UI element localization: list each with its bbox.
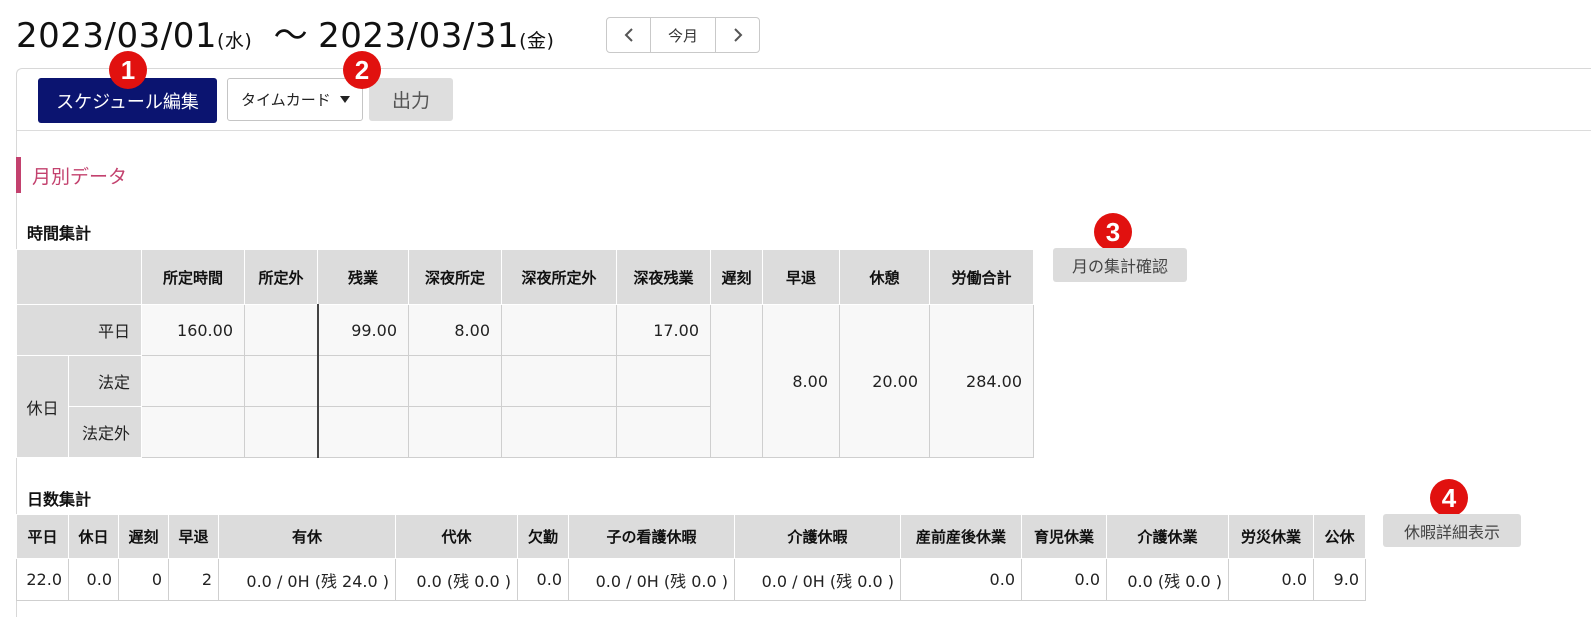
table-cell [141, 355, 245, 407]
table-cell: 0.0 [900, 558, 1022, 601]
annotation-badge-3: 3 [1094, 213, 1132, 251]
start-day-of-week: (水) [216, 30, 253, 52]
column-header: 遅刻 [118, 514, 169, 559]
caret-down-icon [340, 96, 350, 103]
date-range: 2023/03/01(水) 〜 2023/03/31(金) [16, 8, 554, 57]
table-cell: 0.0 [1021, 558, 1107, 601]
table-cell [244, 304, 318, 356]
column-header: 平日 [16, 514, 69, 559]
column-header: 所定時間 [141, 249, 245, 305]
table-cell [408, 355, 502, 407]
row-label-holiday: 休日 [16, 355, 69, 458]
column-header: 介護休暇 [734, 514, 901, 559]
column-header: 欠勤 [517, 514, 569, 559]
time-summary-title: 時間集計 [27, 224, 92, 243]
table-cell: 22.0 [16, 558, 69, 601]
table-cell [501, 304, 617, 356]
table-cell: 0.0 / 0H (残 0.0 ) [568, 558, 735, 601]
column-header: 介護休業 [1106, 514, 1229, 559]
table-row: 22.0 0.0 0 2 0.0 / 0H (残 24.0 ) 0.0 (残 0… [16, 558, 1366, 601]
column-header: 有休 [218, 514, 396, 559]
column-header: 早退 [762, 249, 840, 305]
table-cell [316, 355, 409, 407]
current-month-button[interactable]: 今月 [650, 18, 716, 52]
row-label-non-legal: 法定外 [68, 406, 142, 458]
chevron-left-icon [624, 28, 633, 42]
table-row: 平日 160.00 99.00 8.00 17.00 8.00 20.00 28… [16, 304, 1034, 458]
start-date: 2023/03/01 [16, 16, 217, 56]
report-type-value: タイムカード [241, 91, 331, 109]
output-button[interactable]: 出力 [369, 78, 453, 121]
column-header: 早退 [168, 514, 219, 559]
table-cell: 9.0 [1313, 558, 1366, 601]
table-cell [501, 406, 617, 458]
table-cell [501, 355, 617, 407]
toolbar: スケジュール編集 タイムカード 出力 [17, 69, 1591, 131]
column-header: 深夜所定外 [501, 249, 617, 305]
report-type-select[interactable]: タイムカード [227, 78, 363, 121]
column-header: 深夜所定 [408, 249, 502, 305]
table-cell: 2 [168, 558, 219, 601]
table-cell: 0.0 / 0H (残 24.0 ) [218, 558, 396, 601]
section-title: 月別データ [16, 157, 127, 193]
corner-cell [16, 249, 142, 305]
prev-month-button[interactable] [607, 18, 650, 52]
break-total-cell: 20.00 [839, 304, 930, 458]
table-header-row: 所定時間 所定外 残業 深夜所定 深夜所定外 深夜残業 遅刻 早退 休憩 労働合… [16, 249, 1034, 305]
column-header: 産前産後休業 [900, 514, 1022, 559]
column-header: 遅刻 [710, 249, 763, 305]
column-header: 公休 [1313, 514, 1366, 559]
row-label-weekday: 平日 [16, 304, 142, 356]
table-cell: 99.00 [316, 304, 409, 356]
table-cell: 0.0 [517, 558, 569, 601]
table-cell [616, 355, 711, 407]
end-day-of-week: (金) [519, 30, 555, 52]
next-month-button[interactable] [716, 18, 759, 52]
table-cell: 0.0 / 0H (残 0.0 ) [734, 558, 901, 601]
column-header: 労災休業 [1228, 514, 1314, 559]
table-cell: 0 [118, 558, 169, 601]
column-header: 代休 [395, 514, 518, 559]
time-summary-table: 所定時間 所定外 残業 深夜所定 深夜所定外 深夜残業 遅刻 早退 休憩 労働合… [16, 249, 1034, 458]
table-cell: 0.0 (残 0.0 ) [395, 558, 518, 601]
work-total-cell: 284.00 [929, 304, 1034, 458]
table-cell [244, 355, 318, 407]
column-header: 育児休業 [1021, 514, 1107, 559]
annotation-badge-2: 2 [343, 51, 381, 89]
month-navigation: 今月 [606, 17, 760, 53]
table-cell [408, 406, 502, 458]
date-separator: 〜 [273, 16, 309, 56]
column-header: 子の看護休暇 [568, 514, 735, 559]
column-header: 所定外 [244, 249, 318, 305]
chevron-right-icon [733, 28, 742, 42]
table-cell: 0.0 [1228, 558, 1314, 601]
table-cell: 8.00 [408, 304, 502, 356]
day-summary-title: 日数集計 [27, 490, 92, 509]
annotation-badge-4: 4 [1430, 479, 1468, 517]
monthly-summary-confirm-button[interactable]: 月の集計確認 [1053, 248, 1187, 282]
end-date: 2023/03/31 [318, 16, 520, 56]
leave-detail-button[interactable]: 休暇詳細表示 [1383, 514, 1521, 547]
column-header: 残業 [317, 249, 409, 305]
column-header: 休憩 [839, 249, 930, 305]
day-summary-table: 平日 休日 遅刻 早退 有休 代休 欠勤 子の看護休暇 介護休暇 産前産後休業 … [16, 514, 1366, 601]
early-leave-total-cell: 8.00 [762, 304, 840, 458]
table-cell [244, 406, 318, 458]
late-total-cell [710, 304, 763, 458]
table-cell [141, 406, 245, 458]
table-cell: 0.0 (残 0.0 ) [1106, 558, 1229, 601]
table-cell: 0.0 [68, 558, 119, 601]
table-header-row: 平日 休日 遅刻 早退 有休 代休 欠勤 子の看護休暇 介護休暇 産前産後休業 … [16, 514, 1366, 559]
table-cell [616, 406, 711, 458]
table-cell [316, 406, 409, 458]
table-cell: 17.00 [616, 304, 711, 356]
annotation-badge-1: 1 [109, 51, 147, 89]
row-label-legal: 法定 [68, 355, 142, 407]
column-header: 深夜残業 [616, 249, 711, 305]
column-header: 労働合計 [929, 249, 1034, 305]
column-header: 休日 [68, 514, 119, 559]
table-cell: 160.00 [141, 304, 245, 356]
